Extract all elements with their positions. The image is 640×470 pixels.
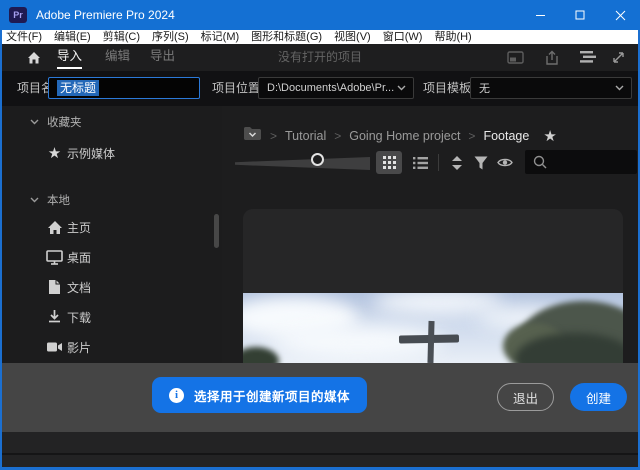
bush-shape: [243, 347, 279, 363]
preview-eye-icon[interactable]: [494, 152, 516, 173]
filter-icon[interactable]: [470, 152, 492, 173]
menu-item-view[interactable]: 视图(V): [334, 30, 371, 44]
favorite-star-icon[interactable]: ★: [543, 127, 556, 145]
footer-bar: i 选择用于创建新项目的媒体 退出 创建: [2, 363, 638, 432]
workspace-panel-icon[interactable]: [507, 50, 524, 66]
fullscreen-icon[interactable]: [611, 50, 628, 66]
locations-sidebar: 收藏夹 ★ 示例媒体 本地 主页 桌面 文档: [2, 106, 222, 363]
chevron-down-icon: [397, 85, 406, 91]
search-input[interactable]: [525, 150, 637, 174]
project-location-dropdown[interactable]: D:\Documents\Adobe\Pr...: [258, 77, 414, 99]
toolbar-divider: [438, 154, 439, 171]
chevron-down-icon: [30, 197, 39, 203]
premiere-logo-icon: Pr: [9, 7, 27, 23]
project-name-value: 无标题: [57, 80, 99, 96]
menu-bar: 文件(F) 编辑(E) 剪辑(C) 序列(S) 标记(M) 图形和标题(G) 视…: [0, 30, 640, 44]
menu-item-sequence[interactable]: 序列(S): [152, 30, 189, 44]
breadcrumb: > Tutorial > Going Home project > Footag…: [222, 125, 638, 147]
download-icon: [46, 309, 63, 326]
quick-export-icon[interactable]: [578, 50, 595, 66]
menu-item-help[interactable]: 帮助(H): [434, 30, 471, 44]
project-template-label: 项目模板: [423, 71, 471, 106]
breadcrumb-separator: >: [270, 129, 277, 143]
close-button[interactable]: [600, 0, 640, 30]
home-icon: [46, 219, 63, 236]
tab-edit[interactable]: 编辑: [105, 44, 130, 69]
sidebar-section-title: 本地: [47, 192, 70, 208]
app-window: Pr Adobe Premiere Pro 2024 文件(F) 编辑(E) 剪…: [0, 0, 640, 470]
window-controls: [520, 0, 640, 30]
breadcrumb-item-footage[interactable]: Footage: [483, 129, 529, 143]
sidebar-section-favorites[interactable]: 收藏夹: [2, 113, 222, 131]
desktop-icon: [46, 249, 63, 266]
project-name-input[interactable]: 无标题: [48, 77, 200, 99]
menu-item-file[interactable]: 文件(F): [6, 30, 42, 44]
thumbnail-zoom-slider-handle[interactable]: [311, 153, 324, 166]
maximize-button[interactable]: [560, 0, 600, 30]
project-template-dropdown[interactable]: 无: [470, 77, 632, 99]
star-icon: ★: [46, 145, 63, 162]
share-export-icon[interactable]: [544, 50, 561, 66]
project-location-value: D:\Documents\Adobe\Pr...: [267, 82, 397, 94]
sidebar-item-home[interactable]: 主页: [2, 213, 212, 241]
info-icon: i: [169, 388, 184, 403]
notice-text: 选择用于创建新项目的媒体: [194, 386, 350, 405]
film-icon: [46, 339, 63, 356]
menu-item-edit[interactable]: 编辑(E): [54, 30, 91, 44]
sidebar-section-title: 收藏夹: [47, 114, 82, 130]
breadcrumb-separator: >: [334, 129, 341, 143]
mode-tab-bar: 导入 编辑 导出 没有打开的项目: [0, 44, 640, 71]
sidebar-scrollbar[interactable]: [214, 214, 219, 248]
browser-toolbar: [222, 150, 638, 176]
window-title: Adobe Premiere Pro 2024: [36, 8, 175, 22]
menu-item-graphics-titles[interactable]: 图形和标题(G): [251, 30, 322, 44]
chevron-down-icon: [30, 119, 39, 125]
sidebar-item-desktop[interactable]: 桌面: [2, 243, 212, 271]
project-template-value: 无: [479, 80, 615, 96]
folder-icon[interactable]: [243, 126, 262, 146]
project-status-text: 没有打开的项目: [278, 44, 362, 71]
breadcrumb-item-going-home-project[interactable]: Going Home project: [349, 129, 460, 143]
cross-shape: [427, 321, 434, 363]
thumbnail-zoom-slider[interactable]: [235, 157, 370, 170]
sort-icon[interactable]: [446, 152, 468, 173]
breadcrumb-separator: >: [468, 129, 475, 143]
grid-view-icon[interactable]: [376, 151, 402, 174]
bottom-panel: [2, 432, 638, 453]
window-border: [0, 30, 2, 470]
list-view-icon[interactable]: [408, 151, 432, 174]
document-icon: [46, 279, 63, 296]
bottom-panel: [2, 455, 638, 467]
media-thumbnail-top: [243, 209, 623, 293]
sidebar-item-movies[interactable]: 影片: [2, 333, 212, 361]
tab-export[interactable]: 导出: [150, 44, 175, 69]
home-icon[interactable]: [26, 50, 42, 66]
sidebar-item-documents[interactable]: 文档: [2, 273, 212, 301]
menu-item-markers[interactable]: 标记(M): [201, 30, 240, 44]
sidebar-section-local[interactable]: 本地: [2, 191, 222, 209]
tab-import[interactable]: 导入: [57, 44, 82, 69]
minimize-button[interactable]: [520, 0, 560, 30]
notice-banner: i 选择用于创建新项目的媒体: [152, 377, 367, 413]
create-button[interactable]: 创建: [570, 383, 627, 411]
sidebar-item-sample-media[interactable]: ★ 示例媒体: [2, 139, 212, 167]
menu-item-clip[interactable]: 剪辑(C): [103, 30, 140, 44]
media-thumbnail[interactable]: [243, 209, 623, 363]
project-location-label: 项目位置: [212, 71, 260, 106]
media-browser: > Tutorial > Going Home project > Footag…: [222, 106, 638, 363]
search-icon: [533, 155, 547, 169]
chevron-down-icon: [615, 85, 624, 91]
project-settings-bar: 项目名 无标题 项目位置 D:\Documents\Adobe\Pr... 项目…: [0, 71, 640, 106]
sidebar-item-downloads[interactable]: 下载: [2, 303, 212, 331]
exit-button[interactable]: 退出: [497, 383, 554, 411]
menu-item-window[interactable]: 窗口(W): [383, 30, 423, 44]
media-thumbnail-photo: [243, 293, 623, 363]
title-bar: Pr Adobe Premiere Pro 2024: [0, 0, 640, 30]
breadcrumb-item-tutorial[interactable]: Tutorial: [285, 129, 326, 143]
